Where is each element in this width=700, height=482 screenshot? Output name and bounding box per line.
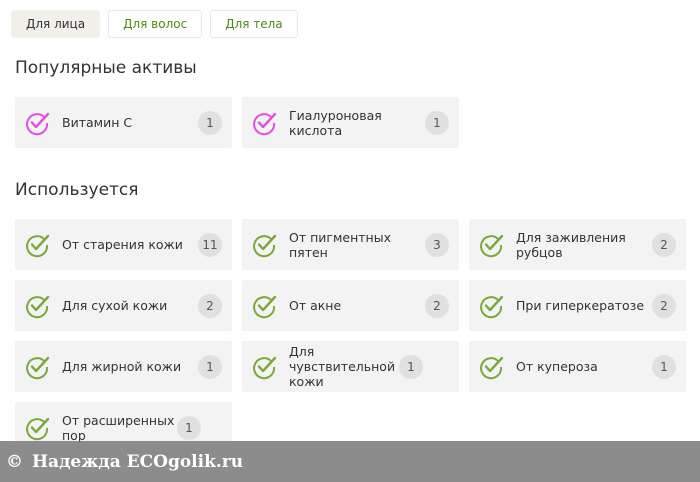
count-badge: 2 bbox=[652, 293, 676, 318]
used-for-title: Используется bbox=[15, 180, 139, 200]
check-circle-icon bbox=[480, 234, 504, 257]
check-circle-icon bbox=[480, 295, 504, 318]
used-item-oily-skin[interactable]: Для жирной кожи 1 bbox=[15, 341, 232, 392]
used-item-hyperkeratosis[interactable]: При гиперкератозе 2 bbox=[469, 280, 686, 331]
count-badge: 1 bbox=[198, 354, 222, 379]
popular-actives-title: Популярные активы bbox=[15, 58, 197, 78]
used-item-label: От расширенных пор bbox=[62, 412, 175, 443]
active-item-hyaluronic-acid[interactable]: Гиалуроновая кислота 1 bbox=[242, 97, 459, 148]
tab-body[interactable]: Для тела bbox=[210, 10, 298, 38]
count-badge: 1 bbox=[652, 354, 676, 379]
check-circle-icon bbox=[253, 234, 277, 257]
used-item-dry-skin[interactable]: Для сухой кожи 2 bbox=[15, 280, 232, 331]
count-badge: 2 bbox=[652, 232, 676, 257]
check-circle-icon bbox=[253, 356, 277, 379]
used-item-scar-healing[interactable]: Для заживления рубцов 2 bbox=[469, 219, 686, 270]
check-circle-icon bbox=[26, 417, 50, 440]
check-circle-icon bbox=[26, 356, 50, 379]
check-circle-icon bbox=[253, 112, 277, 135]
used-item-label: От акне bbox=[289, 298, 342, 313]
active-item-label: Гиалуроновая кислота bbox=[289, 107, 382, 138]
check-circle-icon bbox=[26, 234, 50, 257]
count-badge: 1 bbox=[198, 110, 222, 135]
check-circle-icon bbox=[253, 295, 277, 318]
tab-hair[interactable]: Для волос bbox=[108, 10, 203, 38]
used-item-label: Для заживления рубцов bbox=[516, 229, 626, 260]
count-badge: 1 bbox=[177, 415, 201, 440]
used-item-label: Для сухой кожи bbox=[62, 298, 168, 313]
used-item-label: От пигментных пятен bbox=[289, 229, 391, 260]
count-badge: 1 bbox=[425, 110, 449, 135]
watermark-bar: © Надежда ECOgolik.ru bbox=[0, 441, 700, 482]
check-circle-icon bbox=[480, 356, 504, 379]
active-item-label: Витамин C bbox=[62, 115, 133, 130]
used-item-label: Для жирной кожи bbox=[62, 359, 182, 374]
used-item-label: От купероза bbox=[516, 359, 598, 374]
active-item-vitamin-c[interactable]: Витамин C 1 bbox=[15, 97, 232, 148]
used-item-sensitive-skin[interactable]: Для чувствительной кожи 1 bbox=[242, 341, 459, 392]
used-item-anti-aging[interactable]: От старения кожи 11 bbox=[15, 219, 232, 270]
check-circle-icon bbox=[26, 112, 50, 135]
check-circle-icon bbox=[26, 295, 50, 318]
used-item-pigment-spots[interactable]: От пигментных пятен 3 bbox=[242, 219, 459, 270]
count-badge: 2 bbox=[198, 293, 222, 318]
used-item-label: От старения кожи bbox=[62, 237, 183, 252]
used-item-label: При гиперкератозе bbox=[516, 298, 645, 313]
used-item-label: Для чувствительной кожи bbox=[289, 344, 396, 389]
count-badge: 11 bbox=[198, 232, 222, 257]
watermark-text: Надежда ECOgolik.ru bbox=[32, 451, 244, 472]
category-tabs: Для лица Для волос Для тела bbox=[11, 10, 298, 38]
count-badge: 1 bbox=[399, 354, 423, 379]
used-item-couperose[interactable]: От купероза 1 bbox=[469, 341, 686, 392]
copyright-icon: © bbox=[6, 451, 23, 472]
count-badge: 2 bbox=[425, 293, 449, 318]
used-item-acne[interactable]: От акне 2 bbox=[242, 280, 459, 331]
count-badge: 3 bbox=[425, 232, 449, 257]
tab-face[interactable]: Для лица bbox=[11, 10, 101, 38]
